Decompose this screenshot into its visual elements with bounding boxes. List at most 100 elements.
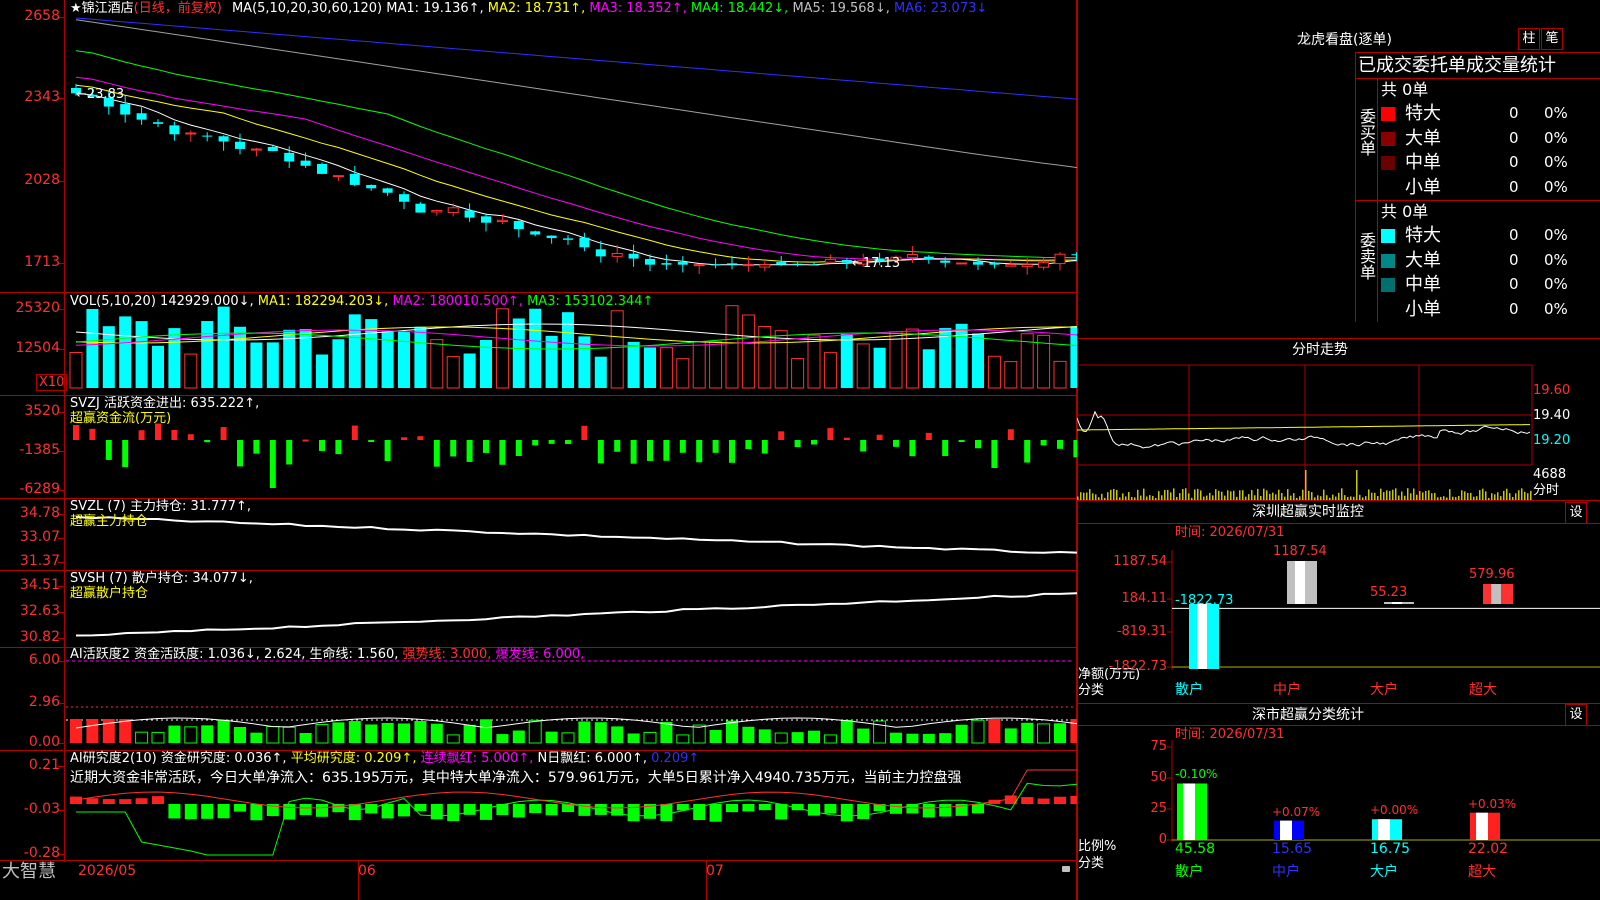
monitor-ytick-3: -1822.73 bbox=[1108, 659, 1167, 674]
svzj-bar-39 bbox=[712, 440, 719, 453]
candle-body-19 bbox=[382, 188, 393, 193]
ai-research-bar-53 bbox=[939, 804, 952, 817]
svzj-bar-14 bbox=[302, 439, 309, 442]
ai-active-bar-58 bbox=[1021, 722, 1034, 743]
fenshi-vol-bar-93 bbox=[1170, 492, 1172, 500]
brand-logo[interactable]: 大智慧 bbox=[2, 862, 56, 882]
ai-research-bar-2 bbox=[102, 799, 115, 804]
candle-body-44 bbox=[792, 263, 803, 265]
vol-bar-29 bbox=[545, 335, 558, 388]
y-tick-3-2: 31.37 bbox=[19, 553, 60, 569]
stats-bar-0 bbox=[1177, 783, 1207, 840]
svzj-bar-45 bbox=[811, 440, 817, 445]
fenshi-vol-bar-60 bbox=[1137, 489, 1139, 500]
vol-bar-50 bbox=[889, 331, 903, 389]
svzj-bar-44 bbox=[794, 440, 801, 448]
ai-research-cont: 连续飘红: 5.000↑, bbox=[420, 751, 534, 766]
candle-body-3 bbox=[120, 104, 131, 115]
ai-active-bar-0 bbox=[70, 719, 82, 743]
svsh-subtitle: 超赢散户持仓 bbox=[70, 586, 149, 601]
vol-bar-8 bbox=[201, 321, 214, 388]
fenshi-vol-bar-108 bbox=[1185, 488, 1187, 500]
bar-mode-button[interactable]: 柱 bbox=[1518, 28, 1540, 50]
tab-order-stats[interactable]: 委托单成交量统计 bbox=[1412, 56, 1556, 76]
sell-row-label-0: 特大 bbox=[1405, 225, 1441, 246]
fenshi-vol-bar-291 bbox=[1368, 489, 1370, 500]
svzj-bar-10 bbox=[237, 440, 243, 467]
fenshi-vol-bar-153 bbox=[1230, 491, 1232, 500]
buy-total: 共 0单 bbox=[1381, 80, 1429, 99]
ai-active-bar-52 bbox=[922, 733, 935, 743]
ai-active-bar-47 bbox=[840, 719, 853, 743]
svzj-bar-11 bbox=[253, 440, 260, 454]
kline-chart-area[interactable]: ★锦江酒店(日线，前复权) MA(5,10,20,30,60,120) MA1:… bbox=[0, 0, 1077, 900]
vol-bar-40 bbox=[725, 305, 739, 389]
vol-bar-6 bbox=[168, 328, 181, 388]
fenshi-vol-bar-186 bbox=[1263, 488, 1265, 500]
candle-body-17 bbox=[349, 173, 360, 185]
ai-research-bar-5 bbox=[152, 796, 164, 804]
candle-body-56 bbox=[989, 262, 1000, 265]
candle-body-10 bbox=[235, 141, 245, 149]
ai-research-bar-13 bbox=[283, 804, 296, 820]
candle-body-13 bbox=[284, 152, 295, 162]
ai-active-bar-18 bbox=[365, 724, 378, 743]
candle-body-31 bbox=[579, 237, 590, 248]
buy-row-label-1: 大单 bbox=[1405, 127, 1441, 149]
fenshi-vol-bar-408 bbox=[1485, 491, 1487, 500]
candle-body-54 bbox=[956, 262, 968, 265]
svzj-bar-13 bbox=[286, 440, 293, 465]
ai-research-bar-9 bbox=[217, 804, 230, 819]
stats-change-2: +0.00% bbox=[1370, 803, 1419, 818]
ai-active-bar-56 bbox=[988, 719, 1001, 743]
tab-deal[interactable]: 已成交 bbox=[1358, 56, 1412, 76]
stats-bar-1 bbox=[1274, 820, 1304, 840]
vol-header: VOL(5,10,20) 142929.000↓, MA1: 182294.20… bbox=[70, 295, 653, 309]
monitor-value-label-3: 579.96 bbox=[1469, 567, 1515, 582]
high-price-marker: ←23.83 bbox=[76, 87, 125, 102]
ma6-line bbox=[75, 17, 1077, 100]
vol-bar-22 bbox=[430, 339, 444, 389]
svzj-bar-17 bbox=[351, 425, 358, 440]
stock-name[interactable]: ★锦江酒店 bbox=[70, 1, 134, 16]
buy-side-label: 委买单 bbox=[1357, 108, 1376, 156]
vol-bar-2 bbox=[102, 326, 115, 388]
monitor-bar-shine-1 bbox=[1295, 561, 1305, 604]
ai-active-bar-5 bbox=[151, 731, 165, 744]
fenshi-vol-bar-441 bbox=[1518, 490, 1520, 500]
buy-row-swatch-3 bbox=[1381, 180, 1395, 195]
fenshi-vol-bar-30 bbox=[1107, 492, 1109, 500]
stats-value-2: 16.75 bbox=[1370, 841, 1411, 857]
fenshi-vol-bar-141 bbox=[1218, 490, 1220, 500]
lock-icon[interactable] bbox=[1062, 866, 1070, 872]
vol-bar-56 bbox=[987, 355, 1001, 389]
svzj-bar-0 bbox=[73, 425, 79, 440]
candle-body-14 bbox=[300, 160, 311, 166]
candle-body-32 bbox=[595, 249, 606, 257]
vol-bar-55 bbox=[972, 333, 984, 388]
stats-cat-1: 中户 bbox=[1272, 864, 1300, 880]
vol-bar-10 bbox=[234, 326, 246, 388]
fenshi-price-line bbox=[1077, 410, 1531, 449]
ai-research-comment: 近期大资金非常活跃，今日大单净流入：635.195万元，其中特大单净流入：579… bbox=[70, 770, 962, 786]
ai-active-strong: 强势线: 3.000, bbox=[402, 647, 492, 662]
ma-label: MA(5,10,20,30,60,120) bbox=[231, 1, 383, 16]
vol-bar-34 bbox=[627, 341, 640, 388]
buy-row-count-0: 0 bbox=[1509, 104, 1519, 122]
ai-research-bar-15 bbox=[316, 804, 328, 817]
period-label[interactable]: (日线，前复权) bbox=[134, 1, 222, 16]
candle-body-41 bbox=[742, 264, 754, 267]
fenshi-vol-bar-102 bbox=[1179, 493, 1181, 500]
svzj-bar-29 bbox=[548, 440, 555, 444]
vol-unit-badge: X10 bbox=[36, 374, 68, 391]
svzj-bar-3 bbox=[122, 440, 129, 468]
candle-body-59 bbox=[1038, 262, 1050, 268]
sell-side-label: 委卖单 bbox=[1357, 232, 1376, 280]
svzj-bar-31 bbox=[581, 425, 588, 440]
tick-mode-button[interactable]: 笔 bbox=[1541, 28, 1563, 50]
panel-divider-6 bbox=[0, 860, 1077, 861]
svsh-title: SVSH (7) 散户持仓: 34.077↓, bbox=[70, 571, 253, 586]
fenshi-vol-bar-231 bbox=[1308, 490, 1310, 500]
ai-active-bar-54 bbox=[955, 724, 968, 743]
stats-change-3: +0.03% bbox=[1468, 796, 1517, 811]
